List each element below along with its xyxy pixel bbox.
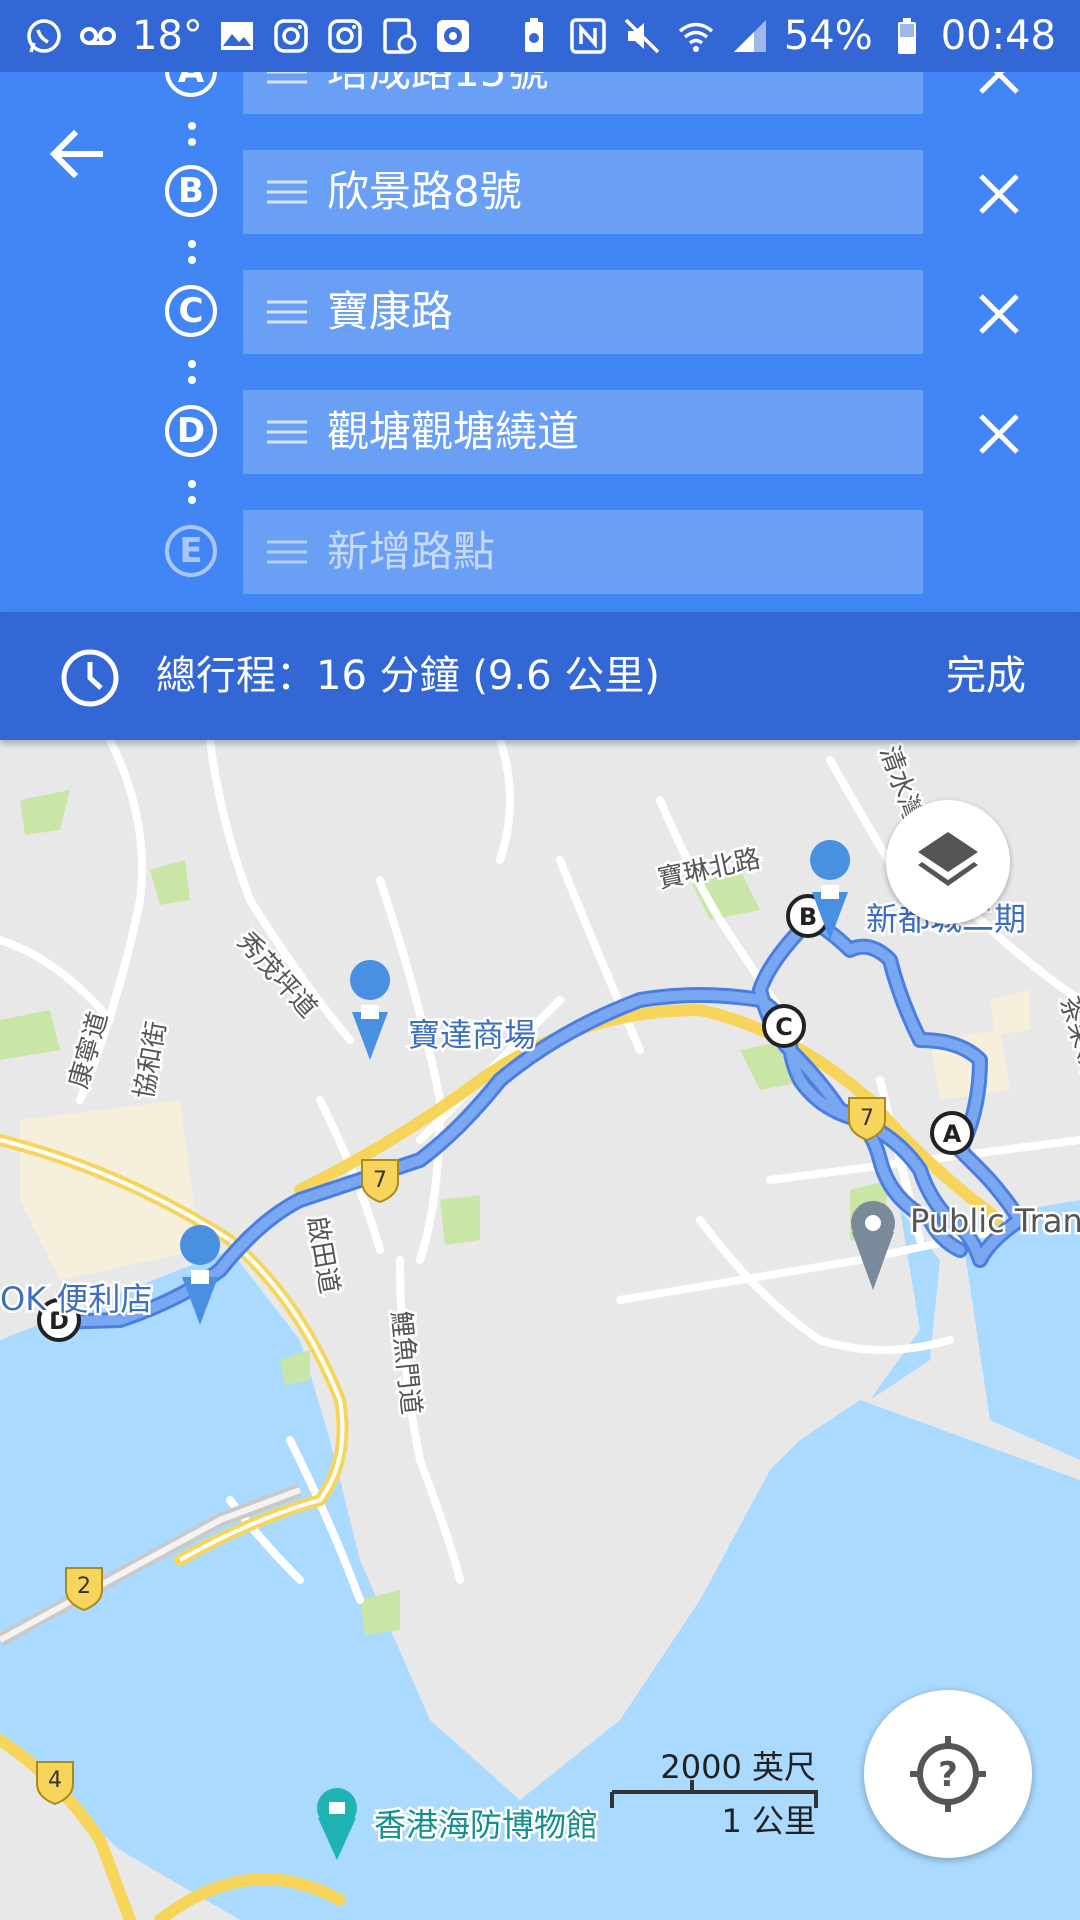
map-scale: 2000 英尺 1 公里 [606,1740,826,1840]
trip-summary-bar: 總行程：16 分鐘 (9.6 公里) 完成 [0,612,1080,740]
waypoint-label-a: 培成路15號 [327,72,548,114]
my-location-button[interactable]: ? [864,1690,1032,1858]
remove-waypoint-a-icon[interactable] [975,72,1023,98]
map-marker-a[interactable]: A [930,1111,974,1155]
label-museum: 香港海防博物館 [374,1806,598,1844]
drag-handle-icon[interactable] [267,300,307,324]
wifi-icon [678,22,713,52]
battery-icon [897,18,916,54]
label-baoda: 寶達商場 [408,1016,536,1054]
waypoint-row-add: E 新增路點 [0,510,1080,596]
waypoint-field-a[interactable]: 培成路15號 [243,72,923,114]
layers-icon [918,832,978,886]
waypoint-row-b: B 欣景路8號 [0,150,1080,236]
clock-time: 00:48 [940,13,1056,59]
svg-text:C: C [775,1013,793,1041]
route-dots [188,240,196,272]
drag-handle-icon[interactable] [267,420,307,444]
waypoint-editor: A 培成路15號 B 欣景路8號 C 寶康路 D 觀塘觀塘繞道 [0,72,1080,612]
temperature: 18° [132,13,203,59]
waypoint-letter-a: A [165,72,217,97]
trip-summary-text: 總行程：16 分鐘 (9.6 公里) [156,653,660,699]
route-dots [188,480,196,512]
route-shield-2: 2 [65,1567,103,1612]
voicemail-icon [80,27,116,45]
instagram-icon [274,19,308,53]
battery-saver-icon [524,18,543,52]
add-waypoint-placeholder: 新增路點 [327,527,496,576]
waypoint-field-b[interactable]: 欣景路8號 [243,150,923,234]
waypoint-field-c[interactable]: 寶康路 [243,270,923,354]
waypoint-row-d: D 觀塘觀塘繞道 [0,390,1080,476]
clock-icon [61,649,119,707]
waypoint-field-d[interactable]: 觀塘觀塘繞道 [243,390,923,474]
add-waypoint-field[interactable]: 新增路點 [243,510,923,594]
camera-icon [436,20,469,52]
remove-waypoint-c-icon[interactable] [975,290,1023,338]
status-bar: 18° 54% 00:48 [0,0,1080,72]
label-public-transport: Public Transport Interchange [910,1202,1080,1240]
map-marker-c[interactable]: C [762,1004,806,1048]
mute-icon [624,18,660,54]
drag-handle-icon[interactable] [267,180,307,204]
waypoint-letter-d: D [165,405,217,457]
waypoint-letter-c: C [165,285,217,337]
svg-text:4: 4 [48,1768,62,1793]
route-shield-7a: 7 [361,1159,399,1204]
remove-waypoint-b-icon[interactable] [975,170,1023,218]
waypoint-row-c: C 寶康路 [0,270,1080,356]
nfc-icon [570,18,606,54]
calendar-icon [383,18,417,54]
route-shield-7b: 7 [848,1097,886,1142]
svg-text:7: 7 [860,1106,874,1131]
route-shield-4: 4 [36,1761,74,1806]
svg-text:?: ? [938,1755,958,1795]
waypoint-label-b: 欣景路8號 [327,167,522,216]
done-button[interactable]: 完成 [946,612,1026,740]
layers-button[interactable] [886,800,1010,924]
svg-text:A: A [943,1120,962,1148]
image-icon [220,22,253,50]
signal-icon [733,20,766,52]
label-ok-store: OK 便利店 [0,1280,152,1318]
svg-text:2: 2 [77,1574,91,1599]
waypoint-letter-e: E [165,525,217,577]
battery-percent: 54% [783,13,873,59]
waypoint-label-d: 觀塘觀塘繞道 [327,407,580,456]
waypoint-row-a: A 培成路15號 [0,72,1080,116]
route-dots [188,360,196,392]
waypoint-label-c: 寶康路 [327,287,454,336]
remove-waypoint-d-icon[interactable] [975,410,1023,458]
waypoint-letter-b: B [165,165,217,217]
scale-km: 1 公里 [721,1802,816,1840]
drag-handle-icon [267,540,307,564]
location-unknown-icon: ? [910,1736,986,1812]
svg-text:B: B [799,903,817,931]
instagram-icon-2 [328,19,362,53]
whatsapp-icon [27,19,61,53]
svg-text:7: 7 [373,1168,387,1193]
drag-handle-icon[interactable] [267,72,307,84]
